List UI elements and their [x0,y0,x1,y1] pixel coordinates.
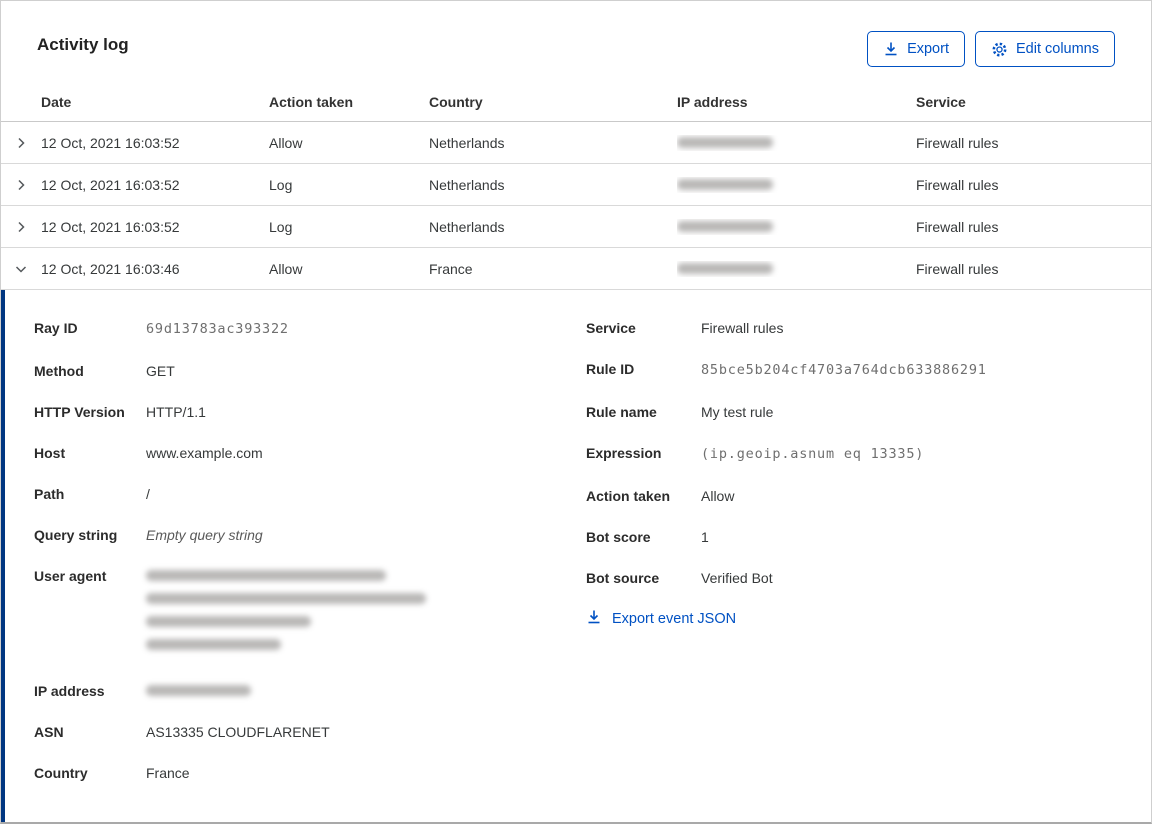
redacted-ip-blur [677,136,773,148]
detail-field-service: Service Firewall rules [586,316,1106,340]
detail-left-column: Ray ID 69d13783ac393322 Method GET HTTP … [34,316,534,802]
country-value: France [146,765,190,781]
detail-field-asn: ASN AS13335 CLOUDFLARENET [34,720,534,744]
method-value: GET [146,363,175,379]
detail-field-http-version: HTTP Version HTTP/1.1 [34,400,534,424]
edit-columns-button[interactable]: Edit columns [974,31,1115,67]
redacted-user-agent-blur [146,564,426,662]
query-string-value: Empty query string [146,527,263,543]
row-action: Log [269,218,293,235]
redacted-ip-blur [677,178,773,190]
row-date: 12 Oct, 2021 16:03:52 [41,134,180,151]
action-taken-value: Allow [701,488,735,504]
export-event-json-label: Export event JSON [612,611,737,627]
row-ip-redacted [677,177,916,193]
detail-field-bot-source: Bot source Verified Bot [586,566,1106,590]
edit-columns-button-label: Edit columns [1015,41,1099,57]
download-icon [586,609,602,629]
detail-field-path: Path / [34,482,534,506]
bot-score-value: 1 [701,529,709,545]
detail-field-ray-id: Ray ID 69d13783ac393322 [34,316,534,342]
header-actions: Export Edit columns [867,31,1115,67]
rule-id-value: 85bce5b204cf4703a764dcb633886291 [701,362,987,378]
detail-field-ip-address: IP address [34,679,534,703]
export-button-label: Export [907,41,949,57]
table-header-row: Date Action taken Country IP address Ser… [1,83,1151,122]
row-ip-redacted [677,135,916,151]
row-country: France [429,260,473,277]
row-service: Firewall rules [916,260,999,277]
row-service: Firewall rules [916,176,999,193]
row-country: Netherlands [429,134,505,151]
row-service: Firewall rules [916,218,999,235]
table-row[interactable]: 12 Oct, 2021 16:03:52 Allow Netherlands … [1,122,1151,164]
detail-field-action-taken: Action taken Allow [586,484,1106,508]
header-bar: Activity log Export Edit columns [1,1,1151,83]
detail-field-method: Method GET [34,359,534,383]
table-row-expanded[interactable]: 12 Oct, 2021 16:03:46 Allow France Firew… [1,248,1151,290]
redacted-ip-blur [677,262,773,274]
row-action: Log [269,176,293,193]
chevron-right-icon[interactable] [1,136,41,150]
export-button[interactable]: Export [867,31,965,67]
bot-source-value: Verified Bot [701,570,773,586]
row-date: 12 Oct, 2021 16:03:52 [41,176,180,193]
path-value: / [146,486,150,502]
column-header-ip-address: IP address [677,94,748,110]
asn-value: AS13335 CLOUDFLARENET [146,724,330,740]
chevron-right-icon[interactable] [1,220,41,234]
detail-field-host: Host www.example.com [34,441,534,465]
column-header-country: Country [429,94,483,110]
table-row[interactable]: 12 Oct, 2021 16:03:52 Log Netherlands Fi… [1,164,1151,206]
redacted-ip-blur [146,685,251,696]
page-title: Activity log [37,35,129,54]
table-row[interactable]: 12 Oct, 2021 16:03:52 Log Netherlands Fi… [1,206,1151,248]
redacted-ip-blur [677,220,773,232]
chevron-right-icon[interactable] [1,178,41,192]
detail-field-rule-id: Rule ID 85bce5b204cf4703a764dcb633886291 [586,357,1106,383]
row-country: Netherlands [429,176,505,193]
row-action: Allow [269,260,303,277]
column-header-service: Service [916,94,966,110]
service-value: Firewall rules [701,320,784,336]
detail-field-user-agent: User agent [34,564,534,662]
ray-id-value: 69d13783ac393322 [146,321,289,337]
column-header-action-taken: Action taken [269,94,354,110]
detail-field-expression: Expression (ip.geoip.asnum eq 13335) [586,441,1106,467]
event-detail-panel: Ray ID 69d13783ac393322 Method GET HTTP … [1,290,1151,822]
host-value: www.example.com [146,445,263,461]
row-ip-redacted [677,219,916,235]
detail-field-query-string: Query string Empty query string [34,523,534,547]
gear-icon [991,41,1008,58]
row-date: 12 Oct, 2021 16:03:52 [41,218,180,235]
http-version-value: HTTP/1.1 [146,404,206,420]
chevron-down-icon[interactable] [1,262,41,276]
row-country: Netherlands [429,218,505,235]
detail-field-rule-name: Rule name My test rule [586,400,1106,424]
expression-value: (ip.geoip.asnum eq 13335) [701,446,925,462]
row-ip-redacted [677,261,916,277]
export-event-json-link[interactable]: Export event JSON [586,609,736,629]
download-icon [883,41,899,57]
column-header-date: Date [41,94,72,110]
row-service: Firewall rules [916,134,999,151]
detail-field-country: Country France [34,761,534,785]
rule-name-value: My test rule [701,404,774,420]
detail-right-column: Service Firewall rules Rule ID 85bce5b20… [586,316,1106,630]
row-date: 12 Oct, 2021 16:03:46 [41,260,180,277]
row-action: Allow [269,134,303,151]
activity-log-panel: Activity log Export Edit columns Date Ac… [0,0,1152,824]
detail-field-bot-score: Bot score 1 [586,525,1106,549]
